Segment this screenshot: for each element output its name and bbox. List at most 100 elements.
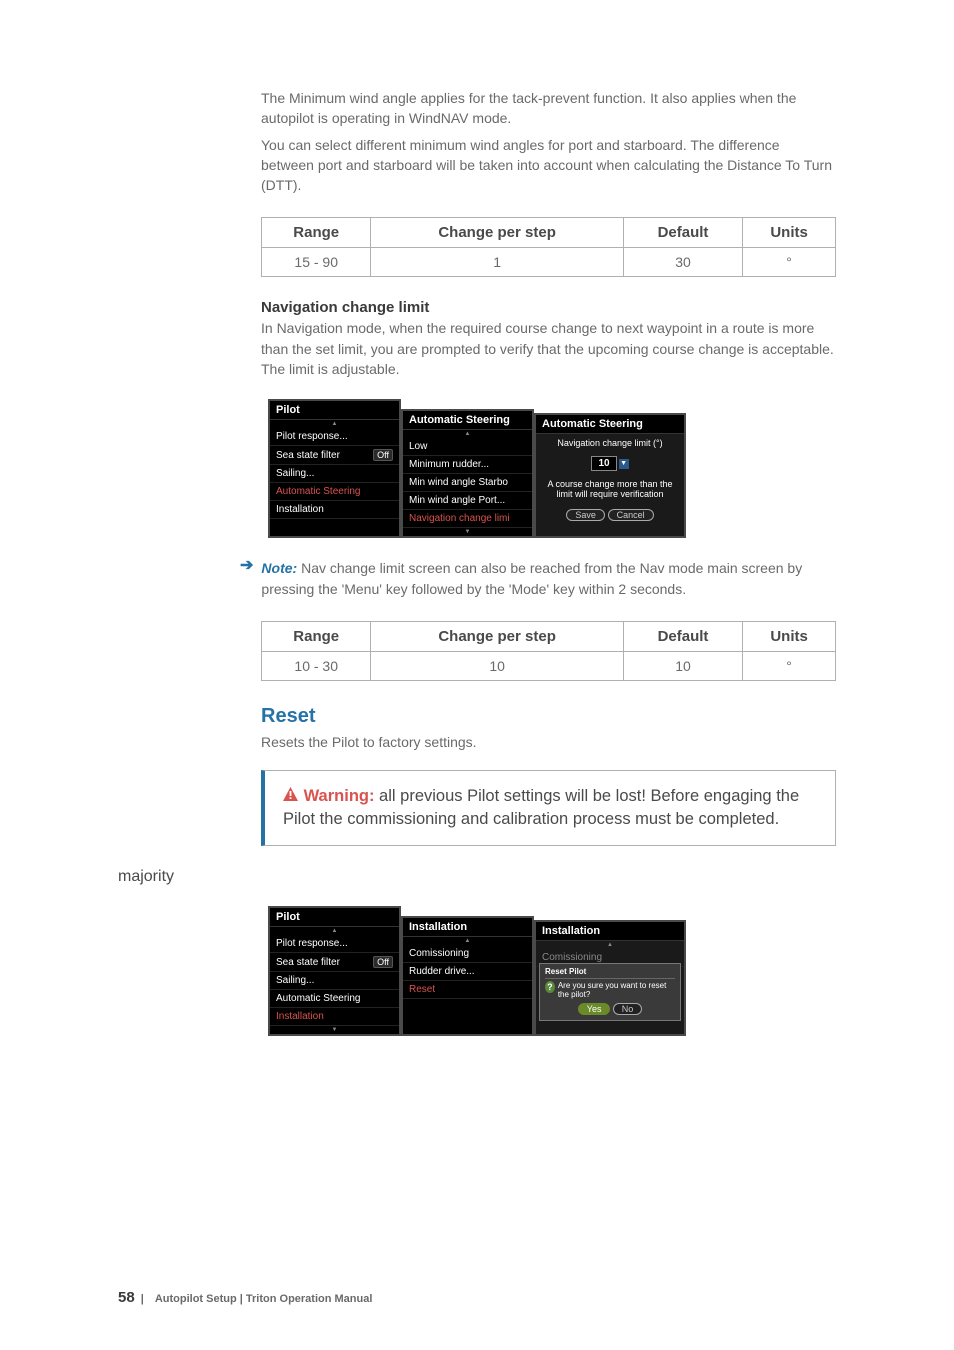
menu-item-min-wind-port[interactable]: Min wind angle Port... [403, 492, 532, 510]
menu-label: Sailing... [276, 975, 314, 986]
menu-label: Minimum rudder... [409, 459, 489, 470]
dialog-title: Reset Pilot [545, 967, 675, 979]
scroll-up-icon [607, 942, 613, 948]
reset-pilot-dialog: Reset Pilot ? Are you sure you want to r… [539, 963, 681, 1021]
table-row: 15 - 90 1 30 ° [262, 248, 836, 277]
menu-label: Sea state filter [276, 450, 340, 461]
note-nav-change: ➔ Note: Nav change limit screen can also… [118, 558, 836, 599]
cancel-button[interactable]: Cancel [608, 509, 654, 521]
menu-label: Comissioning [542, 952, 602, 963]
th-range: Range [262, 621, 371, 651]
menu-label: Sea state filter [276, 957, 340, 968]
table-row: 10 - 30 10 10 ° [262, 651, 836, 680]
menu-label: Comissioning [409, 948, 469, 959]
panel-auto-steering-menu: Automatic Steering Low Minimum rudder...… [401, 409, 534, 538]
panel-installation-menu: Installation Comissioning Rudder drive..… [401, 916, 534, 1036]
menu-item-commissioning[interactable]: Comissioning [403, 945, 532, 963]
cell-units: ° [743, 651, 836, 680]
figure-nav-change-limit: Pilot Pilot response... Sea state filter… [118, 399, 836, 538]
figure-reset: Pilot Pilot response... Sea state filter… [118, 906, 836, 1036]
footer-sep: | [141, 1293, 144, 1305]
menu-item-pilot-response[interactable]: Pilot response... [270, 935, 399, 953]
badge-off: Off [373, 956, 393, 968]
warning-icon [283, 785, 299, 808]
menu-item-sailing[interactable]: Sailing... [270, 972, 399, 990]
th-cps: Change per step [371, 621, 623, 651]
scroll-up-icon [332, 421, 338, 427]
menu-label: Pilot response... [276, 938, 348, 949]
footer-manual: Triton Operation Manual [246, 1293, 373, 1305]
menu-item-installation[interactable]: Installation [270, 1008, 399, 1026]
menu-item-installation[interactable]: Installation [270, 501, 399, 519]
panel-nav-change-dialog: Automatic Steering Navigation change lim… [534, 413, 686, 538]
save-button[interactable]: Save [566, 509, 605, 521]
warning-label: Warning: [304, 787, 375, 805]
nav-change-limit-input[interactable]: 10 [591, 456, 616, 471]
menu-label: Low [409, 441, 427, 452]
table-nav-change-limit: Range Change per step Default Units 10 -… [261, 621, 836, 681]
warning-box: Warning: all previous Pilot settings wil… [261, 770, 836, 846]
menu-label: Installation [276, 1011, 324, 1022]
page-number: 58 [118, 1289, 135, 1306]
menu-item-reset[interactable]: Reset [403, 981, 532, 999]
menu-item-rudder-drive[interactable]: Rudder drive... [403, 963, 532, 981]
menu-item-min-wind-starboard[interactable]: Min wind angle Starbo [403, 474, 532, 492]
menu-label: Automatic Steering [276, 993, 361, 1004]
scroll-down-icon: ▼ [403, 528, 532, 536]
th-cps: Change per step [371, 218, 623, 248]
scroll-down-icon: ▼ [270, 1026, 399, 1034]
yes-button[interactable]: Yes [578, 1003, 611, 1015]
menu-item-auto-steering[interactable]: Automatic Steering [270, 483, 399, 501]
note-text: Nav change limit screen can also be reac… [261, 560, 802, 596]
menu-item-low[interactable]: Low [403, 438, 532, 456]
panel-title: Installation [403, 918, 532, 937]
menu-item-min-rudder[interactable]: Minimum rudder... [403, 456, 532, 474]
th-default: Default [623, 218, 742, 248]
page-footer: 58| Autopilot Setup | Triton Operation M… [118, 1289, 372, 1306]
cell-default: 30 [623, 248, 742, 277]
scroll-up-icon [465, 431, 471, 437]
dropdown-icon[interactable]: ▼ [619, 459, 629, 469]
cell-cps: 1 [371, 248, 623, 277]
nav-limit-p1: In Navigation mode, when the required co… [261, 318, 836, 379]
menu-item-nav-change-limit[interactable]: Navigation change limi [403, 510, 532, 528]
dialog-hint: A course change more than the limit will… [536, 475, 684, 503]
menu-item-sailing[interactable]: Sailing... [270, 465, 399, 483]
th-units: Units [743, 218, 836, 248]
footer-divider: | [237, 1293, 246, 1305]
badge-off: Off [373, 449, 393, 461]
scroll-up-icon [332, 928, 338, 934]
intro-p1: The Minimum wind angle applies for the t… [261, 88, 836, 129]
table-min-wind-angle: Range Change per step Default Units 15 -… [261, 217, 836, 277]
menu-label: Navigation change limi [409, 513, 510, 524]
menu-label: Automatic Steering [276, 486, 361, 497]
panel-title: Pilot [270, 908, 399, 927]
heading-nav-change-limit: Navigation change limit [261, 299, 836, 316]
cell-units: ° [743, 248, 836, 277]
th-range: Range [262, 218, 371, 248]
menu-item-auto-steering[interactable]: Automatic Steering [270, 990, 399, 1008]
cell-range: 15 - 90 [262, 248, 371, 277]
panel-title: Pilot [270, 401, 399, 420]
intro-p2: You can select different minimum wind an… [261, 135, 836, 196]
menu-label: Reset [409, 984, 435, 995]
dialog-label: Navigation change limit (°) [536, 434, 684, 452]
panel-title: Installation [536, 922, 684, 941]
reset-p1: Resets the Pilot to factory settings. [261, 732, 836, 752]
question-icon: ? [545, 981, 555, 993]
th-default: Default [623, 621, 742, 651]
scroll-up-icon [465, 938, 471, 944]
cell-range: 10 - 30 [262, 651, 371, 680]
panel-title: Automatic Steering [536, 415, 684, 434]
menu-label: Installation [276, 504, 324, 515]
panel-pilot-menu: Pilot Pilot response... Sea state filter… [268, 399, 401, 538]
th-units: Units [743, 621, 836, 651]
menu-item-pilot-response[interactable]: Pilot response... [270, 428, 399, 446]
menu-label: Sailing... [276, 468, 314, 479]
heading-reset: Reset [261, 705, 836, 728]
menu-item-sea-state[interactable]: Sea state filter Off [270, 953, 399, 972]
no-button[interactable]: No [613, 1003, 643, 1015]
cell-default: 10 [623, 651, 742, 680]
dialog-text: Are you sure you want to reset the pilot… [558, 981, 675, 999]
menu-item-sea-state[interactable]: Sea state filter Off [270, 446, 399, 465]
